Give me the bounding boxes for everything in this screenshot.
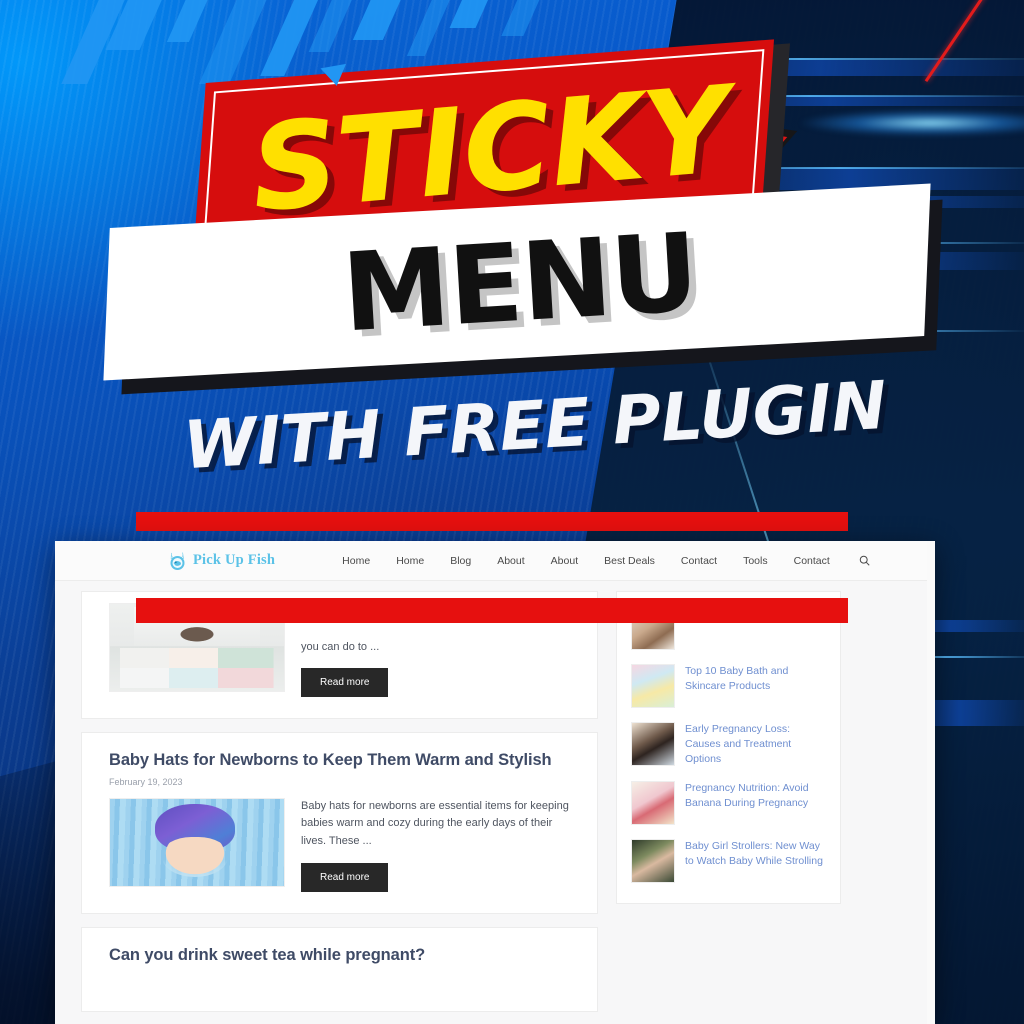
nav-item-best-deals[interactable]: Best Deals xyxy=(591,555,668,567)
nav-item-contact-2[interactable]: Contact xyxy=(781,555,843,567)
site-sticky-header: Pick Up Fish Home Home Blog About About … xyxy=(55,541,935,581)
article-card[interactable]: Can you drink sweet tea while pregnant? xyxy=(81,926,598,1013)
article-excerpt: Baby hats for newborns are essential ite… xyxy=(301,799,569,848)
red-accent-bar-top xyxy=(136,512,848,531)
poster-title-group: STICKY MENU WITH FREE PLUGIN xyxy=(0,0,1024,500)
article-title[interactable]: Can you drink sweet tea while pregnant? xyxy=(109,945,570,966)
article-title[interactable]: Baby Hats for Newborns to Keep Them Warm… xyxy=(109,750,570,771)
recent-post-thumbnail xyxy=(631,780,675,825)
recent-posts-widget: Top 10 Baby Bath and Skincare Products E… xyxy=(616,591,841,904)
recent-post-link[interactable]: Top 10 Baby Bath and Skincare Products xyxy=(685,664,826,694)
recent-post-thumbnail xyxy=(631,664,675,708)
recent-post-thumbnail xyxy=(631,722,675,766)
article-thumbnail xyxy=(109,797,285,887)
search-icon[interactable] xyxy=(843,555,880,566)
article-list: Newborn Pillow To Prevent Flat Head Pill… xyxy=(81,591,598,1024)
nav-item-home-1[interactable]: Home xyxy=(329,555,383,567)
article-card[interactable]: Baby Hats for Newborns to Keep Them Warm… xyxy=(81,732,598,914)
recent-post-link[interactable]: Early Pregnancy Loss: Causes and Treatme… xyxy=(685,722,826,767)
red-accent-bar-middle xyxy=(136,598,848,623)
recent-post-link[interactable]: Baby Girl Strollers: New Way to Watch Ba… xyxy=(685,839,826,869)
page-scrollbar[interactable] xyxy=(927,541,935,1024)
recent-post-link[interactable]: Pregnancy Nutrition: Avoid Banana During… xyxy=(685,781,826,811)
recent-post-thumbnail xyxy=(631,838,675,883)
site-logo-text: Pick Up Fish xyxy=(193,552,276,568)
article-excerpt-line-2: you can do to ... xyxy=(301,640,380,653)
sidebar-list-item[interactable]: Pregnancy Nutrition: Avoid Banana During… xyxy=(631,780,826,825)
nav-item-contact-1[interactable]: Contact xyxy=(668,555,730,567)
sidebar-list-item[interactable]: Early Pregnancy Loss: Causes and Treatme… xyxy=(631,722,826,767)
nav-item-about-2[interactable]: About xyxy=(538,555,591,567)
sidebar-list-item[interactable]: Baby Girl Strollers: New Way to Watch Ba… xyxy=(631,838,826,883)
nav-item-tools[interactable]: Tools xyxy=(730,555,781,567)
site-body: Newborn Pillow To Prevent Flat Head Pill… xyxy=(55,581,935,1024)
fish-logo-icon xyxy=(167,550,188,571)
site-nav: Home Home Blog About About Best Deals Co… xyxy=(329,555,880,567)
nav-item-about-1[interactable]: About xyxy=(484,555,537,567)
nav-item-home-2[interactable]: Home xyxy=(383,555,437,567)
nav-item-blog[interactable]: Blog xyxy=(437,555,484,567)
site-logo[interactable]: Pick Up Fish xyxy=(167,550,275,571)
sidebar: Top 10 Baby Bath and Skincare Products E… xyxy=(616,591,841,1024)
read-more-button[interactable]: Read more xyxy=(301,862,389,892)
read-more-button[interactable]: Read more xyxy=(301,668,389,698)
sidebar-list-item[interactable]: Top 10 Baby Bath and Skincare Products xyxy=(631,664,826,708)
article-date: February 19, 2023 xyxy=(109,776,183,787)
